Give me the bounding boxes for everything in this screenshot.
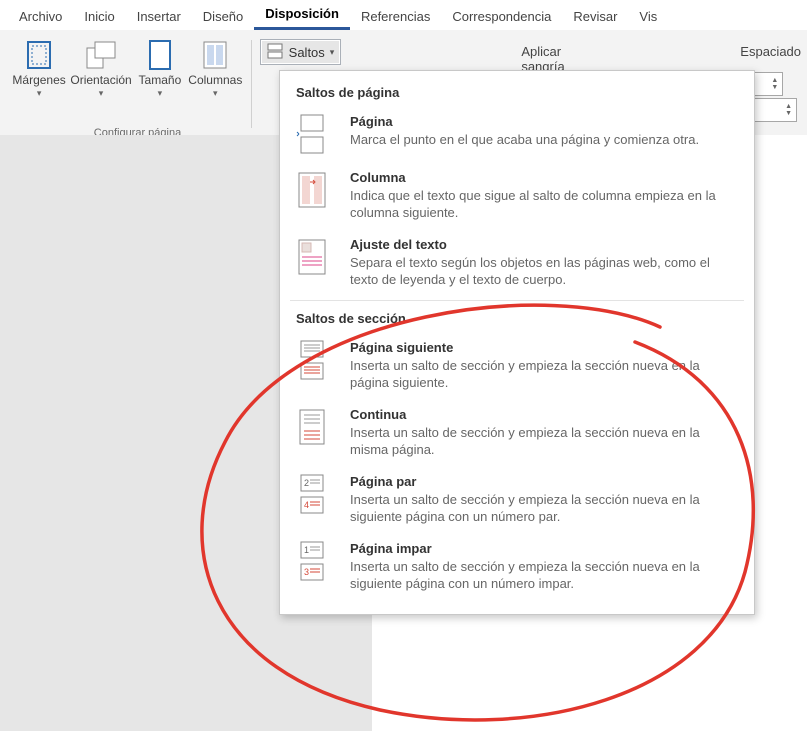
- tab-revisar[interactable]: Revisar: [562, 6, 628, 30]
- option-desc: Inserta un salto de sección y empieza la…: [350, 558, 738, 592]
- tab-referencias[interactable]: Referencias: [350, 6, 441, 30]
- svg-text:4: 4: [304, 500, 309, 510]
- breaks-icon: [267, 43, 285, 61]
- option-title: Página siguiente: [350, 340, 738, 355]
- section-breaks-header: Saltos de sección: [280, 305, 754, 334]
- chevron-down-icon: ▾: [330, 47, 335, 58]
- spinner-arrows-icon[interactable]: ▲▼: [785, 103, 792, 117]
- svg-text:1: 1: [304, 545, 309, 555]
- option-desc: Inserta un salto de sección y empieza la…: [350, 424, 738, 458]
- tab-insertar[interactable]: Insertar: [126, 6, 192, 30]
- columns-button[interactable]: Columnas ▾: [190, 36, 241, 99]
- tab-archivo[interactable]: Archivo: [8, 6, 73, 30]
- nextpage-icon: [296, 340, 328, 380]
- tab-inicio[interactable]: Inicio: [73, 6, 125, 30]
- chevron-down-icon: ▾: [158, 88, 163, 99]
- columns-icon: [198, 38, 232, 72]
- break-option-column[interactable]: Columna Indica que el texto que sigue al …: [280, 164, 754, 231]
- option-title: Continua: [350, 407, 738, 422]
- evenpage-icon: 24: [296, 474, 328, 514]
- tab-correspondencia[interactable]: Correspondencia: [441, 6, 562, 30]
- ribbon-group-separator: [251, 40, 252, 128]
- option-desc: Inserta un salto de sección y empieza la…: [350, 491, 738, 525]
- break-option-evenpage[interactable]: 24Página parInserta un salto de sección …: [280, 468, 754, 535]
- break-option-page[interactable]: Página Marca el punto en el que acaba una…: [280, 108, 754, 164]
- break-option-continuous[interactable]: Continua Inserta un salto de sección y em…: [280, 401, 754, 468]
- svg-text:2: 2: [304, 478, 309, 488]
- panel-divider: [290, 300, 744, 301]
- tab-diseño[interactable]: Diseño: [192, 6, 254, 30]
- size-icon: [143, 38, 177, 72]
- orientation-label: Orientación: [70, 74, 131, 87]
- orientation-button[interactable]: Orientación ▾: [72, 36, 130, 99]
- option-desc: Marca el punto en el que acaba una págin…: [350, 131, 699, 148]
- break-option-textwrap[interactable]: Ajuste del texto Separa el texto según lo…: [280, 231, 754, 298]
- margins-button[interactable]: Márgenes ▾: [14, 36, 64, 99]
- menu-tabs: ArchivoInicioInsertarDiseñoDisposiciónRe…: [0, 0, 807, 30]
- textwrap-icon: [296, 237, 328, 277]
- continuous-icon: [296, 407, 328, 447]
- svg-text:3: 3: [304, 567, 309, 577]
- breaks-dropdown: Saltos de página Página Marca el punto en …: [279, 70, 755, 615]
- breaks-label: Saltos: [289, 45, 325, 60]
- orientation-icon: [84, 38, 118, 72]
- size-button[interactable]: Tamaño ▾: [138, 36, 182, 99]
- option-desc: Inserta un salto de sección y empieza la…: [350, 357, 738, 391]
- page-breaks-header: Saltos de página: [280, 79, 754, 108]
- oddpage-icon: 13: [296, 541, 328, 581]
- option-title: Columna: [350, 170, 738, 185]
- option-title: Página: [350, 114, 699, 129]
- margins-label: Márgenes: [12, 74, 65, 87]
- option-desc: Indica que el texto que sigue al salto d…: [350, 187, 738, 221]
- tab-disposición[interactable]: Disposición: [254, 3, 350, 30]
- margins-icon: [22, 38, 56, 72]
- option-title: Ajuste del texto: [350, 237, 738, 252]
- size-label: Tamaño: [139, 74, 182, 87]
- chevron-down-icon: ▾: [99, 88, 104, 99]
- break-option-nextpage[interactable]: Página siguiente Inserta un salto de secc…: [280, 334, 754, 401]
- column-icon: [296, 170, 328, 210]
- tab-vis[interactable]: Vis: [628, 6, 668, 30]
- option-desc: Separa el texto según los objetos en las…: [350, 254, 738, 288]
- option-title: Página impar: [350, 541, 738, 556]
- break-option-oddpage[interactable]: 13Página imparInserta un salto de secció…: [280, 535, 754, 602]
- chevron-down-icon: ▾: [213, 88, 218, 99]
- spinner-arrows-icon[interactable]: ▲▼: [771, 77, 778, 91]
- columns-label: Columnas: [188, 74, 242, 87]
- option-title: Página par: [350, 474, 738, 489]
- chevron-down-icon: ▾: [37, 88, 42, 99]
- breaks-button[interactable]: Saltos ▾: [260, 39, 342, 65]
- page-icon: [296, 114, 328, 154]
